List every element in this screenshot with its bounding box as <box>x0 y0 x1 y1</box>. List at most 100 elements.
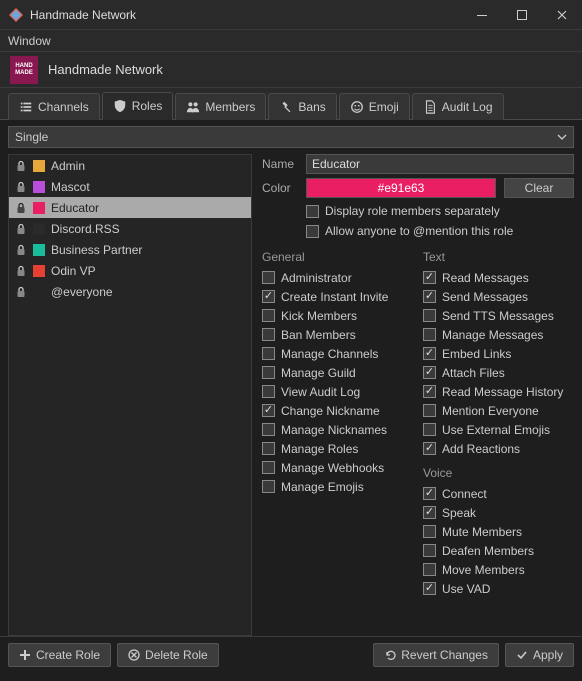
perm-checkbox[interactable] <box>262 480 275 493</box>
tab-label: Emoji <box>369 100 399 114</box>
perm-checkbox[interactable] <box>262 385 275 398</box>
perm-checkbox[interactable] <box>423 385 436 398</box>
perm-checkbox[interactable] <box>423 309 436 322</box>
perm-checkbox[interactable] <box>262 328 275 341</box>
lock-icon <box>15 244 27 256</box>
perm-row: Manage Emojis <box>262 477 413 496</box>
allow-mention-checkbox[interactable] <box>306 225 319 238</box>
hammer-icon <box>279 100 293 114</box>
display-separately-checkbox[interactable] <box>306 205 319 218</box>
perm-checkbox[interactable] <box>423 506 436 519</box>
perm-row: Send TTS Messages <box>423 306 574 325</box>
perm-label: Read Messages <box>442 271 529 285</box>
role-color-swatch <box>33 244 45 256</box>
role-row[interactable]: Educator <box>9 197 251 218</box>
perm-checkbox[interactable] <box>262 461 275 474</box>
role-color-swatch <box>33 202 45 214</box>
perm-checkbox[interactable] <box>423 328 436 341</box>
tab-emoji[interactable]: Emoji <box>339 93 410 120</box>
perm-row: Read Message History <box>423 382 574 401</box>
perm-label: Read Message History <box>442 385 563 399</box>
perm-label: Administrator <box>281 271 352 285</box>
undo-icon <box>384 649 396 661</box>
create-role-button[interactable]: Create Role <box>8 643 111 667</box>
perm-checkbox[interactable] <box>423 525 436 538</box>
name-label: Name <box>262 157 298 171</box>
role-name-input[interactable] <box>306 154 574 174</box>
perm-checkbox[interactable] <box>262 290 275 303</box>
role-row[interactable]: Odin VP <box>9 260 251 281</box>
perm-checkbox[interactable] <box>262 442 275 455</box>
list-icon <box>19 100 33 114</box>
tab-channels[interactable]: Channels <box>8 93 100 120</box>
role-color-box[interactable]: #e91e63 <box>306 178 496 198</box>
role-name: Mascot <box>51 180 90 194</box>
role-row[interactable]: Admin <box>9 155 251 176</box>
role-mode-selector[interactable]: Single <box>8 126 574 148</box>
perm-row: Manage Channels <box>262 344 413 363</box>
perm-label: Send Messages <box>442 290 528 304</box>
lock-icon <box>15 160 27 172</box>
role-row[interactable]: Mascot <box>9 176 251 197</box>
perm-checkbox[interactable] <box>423 423 436 436</box>
guild-icon: HAND MADE <box>10 56 38 84</box>
perm-label: Use External Emojis <box>442 423 550 437</box>
maximize-button[interactable] <box>502 0 542 30</box>
perm-checkbox[interactable] <box>262 309 275 322</box>
perm-row: Mute Members <box>423 522 574 541</box>
perm-row: Ban Members <box>262 325 413 344</box>
apply-button[interactable]: Apply <box>505 643 574 667</box>
perm-checkbox[interactable] <box>423 582 436 595</box>
perm-checkbox[interactable] <box>423 366 436 379</box>
menu-window[interactable]: Window <box>8 34 51 48</box>
perm-checkbox[interactable] <box>262 366 275 379</box>
tab-label: Roles <box>132 99 163 113</box>
role-color-swatch <box>33 181 45 193</box>
tab-members[interactable]: Members <box>175 93 266 120</box>
role-row[interactable]: Discord.RSS <box>9 218 251 239</box>
perm-checkbox[interactable] <box>423 404 436 417</box>
close-button[interactable] <box>542 0 582 30</box>
perm-row: Administrator <box>262 268 413 287</box>
perm-checkbox[interactable] <box>423 487 436 500</box>
perm-label: Move Members <box>442 563 525 577</box>
lock-icon <box>15 181 27 193</box>
role-row[interactable]: Business Partner <box>9 239 251 260</box>
tab-roles[interactable]: Roles <box>102 92 174 120</box>
perm-checkbox[interactable] <box>423 442 436 455</box>
perm-row: Manage Webhooks <box>262 458 413 477</box>
footer: Create Role Delete Role Revert Changes A… <box>0 636 582 672</box>
perm-row: Mention Everyone <box>423 401 574 420</box>
tab-label: Members <box>205 100 255 114</box>
role-row[interactable]: @everyone <box>9 281 251 302</box>
app-icon <box>8 7 24 23</box>
perm-label: Manage Guild <box>281 366 356 380</box>
role-color-swatch <box>33 160 45 172</box>
minimize-button[interactable] <box>462 0 502 30</box>
document-icon <box>423 100 437 114</box>
perm-checkbox[interactable] <box>423 347 436 360</box>
delete-icon <box>128 649 140 661</box>
role-name: Business Partner <box>51 243 142 257</box>
window-title: Handmade Network <box>30 8 462 22</box>
perms-voice-title: Voice <box>423 466 574 480</box>
perm-checkbox[interactable] <box>423 290 436 303</box>
perm-checkbox[interactable] <box>423 563 436 576</box>
tab-audit-log[interactable]: Audit Log <box>412 93 504 120</box>
delete-role-button[interactable]: Delete Role <box>117 643 219 667</box>
menubar: Window <box>0 30 582 52</box>
perm-label: Create Instant Invite <box>281 290 388 304</box>
clear-color-button[interactable]: Clear <box>504 178 574 198</box>
perm-checkbox[interactable] <box>262 423 275 436</box>
perm-checkbox[interactable] <box>423 271 436 284</box>
perm-checkbox[interactable] <box>262 404 275 417</box>
revert-button[interactable]: Revert Changes <box>373 643 499 667</box>
tab-bans[interactable]: Bans <box>268 93 336 120</box>
color-label: Color <box>262 181 298 195</box>
perm-label: Manage Roles <box>281 442 358 456</box>
perm-checkbox[interactable] <box>262 271 275 284</box>
perm-label: Manage Channels <box>281 347 378 361</box>
perm-checkbox[interactable] <box>262 347 275 360</box>
check-icon <box>516 649 528 661</box>
perm-checkbox[interactable] <box>423 544 436 557</box>
